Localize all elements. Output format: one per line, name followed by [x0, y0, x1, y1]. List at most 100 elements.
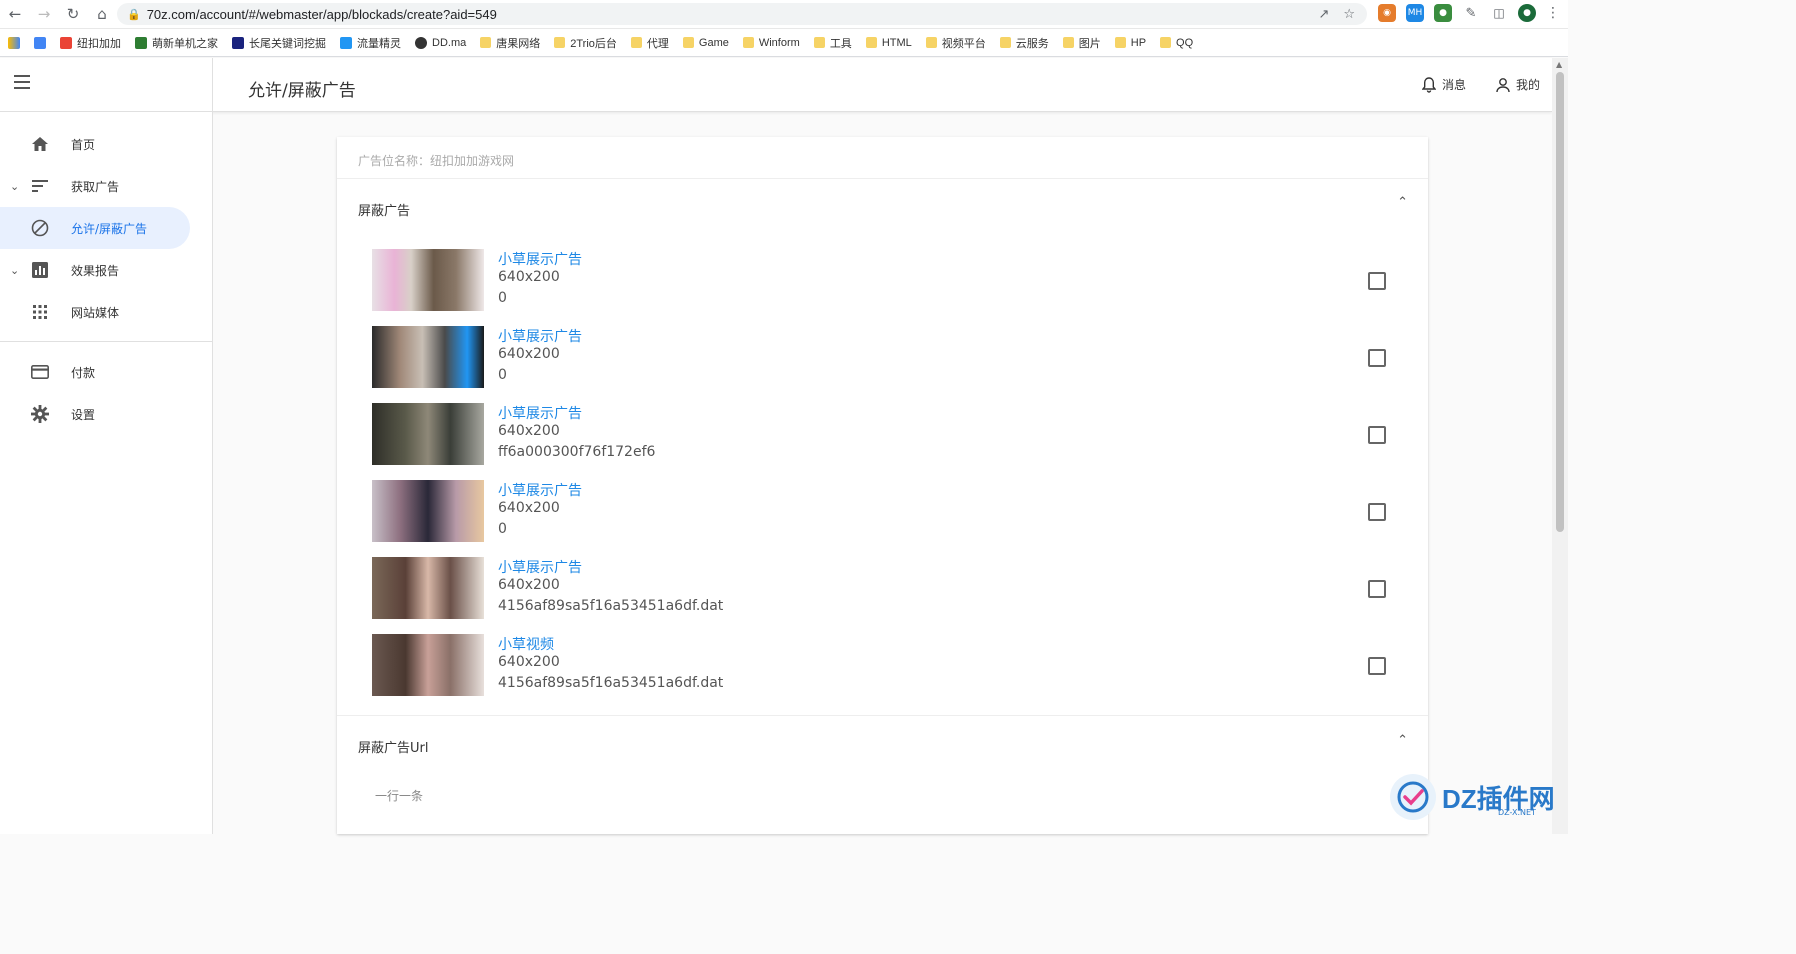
ad-size: 640x200	[498, 423, 560, 439]
bookmark-folder[interactable]: 工具	[813, 35, 852, 51]
profile-button[interactable]: 我的	[1496, 76, 1540, 93]
bookmark-item[interactable]: DD.ma	[415, 36, 466, 49]
bookmark-item[interactable]: 萌新单机之家	[135, 35, 218, 51]
sidebar-item-settings[interactable]: 设置	[0, 393, 190, 435]
sort-lines-icon	[30, 176, 50, 196]
side-panel-icon[interactable]: ◫	[1490, 4, 1508, 22]
chevron-down-icon[interactable]: ⌄	[10, 180, 19, 193]
scroll-up-arrow-icon[interactable]: ▲	[1556, 60, 1562, 69]
bookmark-folder[interactable]: 云服务	[999, 35, 1049, 51]
chevron-up-icon[interactable]: ⌃	[1397, 733, 1408, 748]
profile-avatar[interactable]: ●	[1518, 4, 1536, 22]
bookmark-folder[interactable]: Game	[682, 37, 729, 49]
bookmark-item[interactable]: 纽扣加加	[60, 35, 121, 51]
mh-ext-icon[interactable]: MH	[1406, 4, 1424, 22]
ad-size: 640x200	[498, 654, 560, 670]
bookmark-folder[interactable]: 视频平台	[925, 35, 986, 51]
chevron-down-icon[interactable]: ⌄	[10, 264, 19, 277]
apps-grid-icon	[30, 302, 50, 322]
hamburger-menu-icon[interactable]	[14, 75, 30, 89]
home-icon[interactable]: ⌂	[88, 0, 116, 28]
address-url[interactable]: 70z.com/account/#/webmaster/app/blockads…	[147, 7, 497, 22]
menu-kebab-icon[interactable]: ⋮	[1546, 5, 1560, 21]
bookmark-item[interactable]: 流量精灵	[340, 35, 401, 51]
ad-name-link[interactable]: 小草展示广告	[498, 403, 582, 423]
ad-list-item: 小草展示广告 640x200 0	[372, 326, 1402, 390]
watermark-check-icon	[1390, 774, 1436, 820]
watermark-subtext: DZ-X.NET	[1498, 808, 1536, 817]
ad-slot-name-field[interactable]: 广告位名称：纽扣加加游戏网	[358, 152, 514, 169]
ad-id: 4156af89sa5f16a53451a6df.dat	[498, 675, 724, 691]
reload-icon[interactable]: ↻	[59, 0, 87, 28]
bell-icon	[1421, 76, 1436, 93]
home-icon	[30, 134, 50, 154]
chevron-up-icon[interactable]: ⌃	[1397, 195, 1408, 210]
ad-name-link[interactable]: 小草展示广告	[498, 326, 582, 346]
ad-size: 640x200	[498, 346, 560, 362]
bookmark-folder[interactable]: Winform	[742, 37, 800, 49]
scrollbar-thumb[interactable]	[1556, 72, 1564, 532]
tampermonkey-ext-icon[interactable]: ◉	[1378, 4, 1396, 22]
ad-thumbnail	[372, 634, 484, 696]
ad-list-item: 小草展示广告 640x200 4156af89sa5f16a53451a6df.…	[372, 557, 1402, 621]
sidebar-item-home[interactable]: 首页	[0, 123, 190, 165]
block-ad-checkbox[interactable]	[1368, 349, 1386, 367]
ad-thumbnail	[372, 249, 484, 311]
bookmark-folder[interactable]: QQ	[1160, 37, 1193, 49]
ad-id: 0	[498, 521, 507, 537]
sidebar-item-payment[interactable]: 付款	[0, 351, 190, 393]
bookmark-folder[interactable]: 唐果网络	[480, 35, 540, 51]
sidebar-item-get-ads[interactable]: ⌄ 获取广告	[0, 165, 190, 207]
address-bar[interactable]: 🔒 70z.com/account/#/webmaster/app/blocka…	[117, 3, 1367, 25]
block-ad-checkbox[interactable]	[1368, 503, 1386, 521]
ad-name-link[interactable]: 小草展示广告	[498, 480, 582, 500]
ad-id: 0	[498, 367, 507, 383]
ad-name-link[interactable]: 小草展示广告	[498, 249, 582, 269]
block-ad-checkbox[interactable]	[1368, 657, 1386, 675]
block-ads-form-card: 广告位名称：纽扣加加游戏网 屏蔽广告 ⌃ 小草展示广告 640x200 0 小草…	[337, 137, 1428, 834]
ad-size: 640x200	[498, 269, 560, 285]
watermark-logo: DZ插件网 DZ-X.NET	[1390, 770, 1560, 824]
ad-list-item: 小草展示广告 640x200 ff6a000300f76f172ef6	[372, 403, 1402, 467]
bookmark-folder[interactable]: 2Trio后台	[554, 35, 617, 51]
ad-name-link[interactable]: 小草视频	[498, 634, 554, 654]
gear-icon	[30, 404, 50, 424]
block-ads-section-title: 屏蔽广告	[358, 204, 411, 219]
block-ad-checkbox[interactable]	[1368, 426, 1386, 444]
ad-name-link[interactable]: 小草展示广告	[498, 557, 582, 577]
sidebar-item-allow-block-ads[interactable]: 允许/屏蔽广告	[0, 207, 190, 249]
ad-thumbnail	[372, 403, 484, 465]
bookmark-google-ads-icon[interactable]	[8, 36, 20, 49]
bookmark-folder[interactable]: HP	[1114, 37, 1146, 49]
bookmark-star-icon[interactable]: ☆	[1343, 7, 1355, 22]
block-icon	[30, 218, 50, 238]
messages-button[interactable]: 消息	[1421, 76, 1466, 93]
extensions-puzzle-icon[interactable]: ✎	[1462, 4, 1480, 22]
sidebar-item-reports[interactable]: ⌄ 效果报告	[0, 249, 190, 291]
sidebar: 首页 ⌄ 获取广告 允许/屏蔽广告 ⌄ 效果报告 网站媒体 付款 设置	[0, 112, 213, 834]
globe-ext-icon[interactable]: ●	[1434, 4, 1452, 22]
sidebar-item-media[interactable]: 网站媒体	[0, 291, 190, 333]
ad-list-item: 小草视频 640x200 4156af89sa5f16a53451a6df.da…	[372, 634, 1402, 698]
page-scrollbar[interactable]: ▲	[1552, 58, 1568, 834]
ad-thumbnail	[372, 326, 484, 388]
browser-toolbar: ← → ↻ ⌂ 🔒 70z.com/account/#/webmaster/ap…	[0, 0, 1568, 29]
bookmark-item[interactable]: 长尾关键词挖掘	[232, 35, 326, 51]
user-icon	[1496, 77, 1510, 92]
ad-thumbnail	[372, 480, 484, 542]
back-icon[interactable]: ←	[1, 0, 29, 28]
bookmarks-bar: 纽扣加加 萌新单机之家 长尾关键词挖掘 流量精灵 DD.ma 唐果网络 2Tri…	[0, 29, 1568, 57]
block-url-textarea[interactable]: 一行一条	[375, 787, 423, 804]
ad-id: ff6a000300f76f172ef6	[498, 444, 656, 460]
forward-icon[interactable]: →	[30, 0, 58, 28]
bar-chart-icon	[30, 260, 50, 280]
bookmark-folder[interactable]: HTML	[865, 37, 912, 49]
bookmark-a-icon[interactable]	[34, 36, 46, 49]
block-ad-checkbox[interactable]	[1368, 580, 1386, 598]
share-icon[interactable]: ↗	[1318, 7, 1329, 22]
ad-thumbnail	[372, 557, 484, 619]
app-header: 允许/屏蔽广告 消息 我的	[0, 58, 1552, 112]
bookmark-folder[interactable]: 代理	[630, 35, 669, 51]
bookmark-folder[interactable]: 图片	[1062, 35, 1101, 51]
block-ad-checkbox[interactable]	[1368, 272, 1386, 290]
